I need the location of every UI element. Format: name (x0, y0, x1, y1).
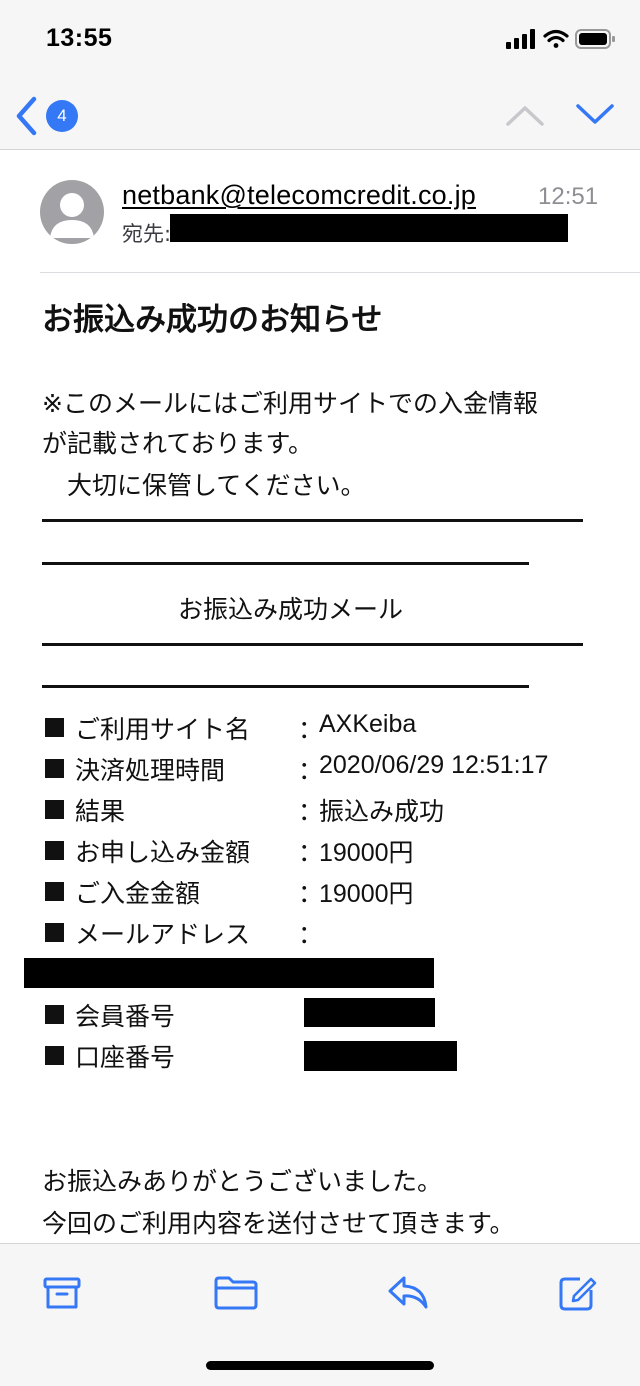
person-icon (50, 193, 94, 238)
cellular-signal-icon (506, 29, 535, 49)
battery-icon (575, 29, 615, 49)
detail-row-deposit-amount: ご入金金額 ： 19000円 (42, 874, 622, 914)
status-bar: 13:55 (0, 0, 640, 80)
closing-line: お振込みありがとうございました。 (42, 1167, 443, 1196)
detail-value: 2020/06/29 12:51:17 (319, 751, 549, 779)
recipient-label: 宛先: (122, 222, 172, 246)
detail-value: AXKeiba (319, 710, 417, 738)
chevron-down-icon (576, 104, 614, 124)
detail-value: 19000円 (319, 880, 414, 908)
compose-icon (559, 1277, 597, 1311)
detail-row-process-time: 決済処理時間 ： 2020/06/29 12:51:17 (42, 751, 622, 791)
bullet-square-icon (45, 841, 64, 860)
divider-line (42, 643, 583, 646)
status-icons (506, 28, 616, 50)
reply-button[interactable] (386, 1270, 430, 1314)
archive-button[interactable] (40, 1270, 84, 1314)
back-button[interactable]: 4 (12, 94, 92, 138)
recipient-redaction (170, 214, 568, 242)
bullet-square-icon (45, 759, 64, 778)
divider-line (42, 562, 529, 565)
home-indicator[interactable] (206, 1361, 434, 1370)
received-time: 12:51 (538, 183, 599, 210)
detail-label: 決済処理時間 (75, 756, 226, 785)
detail-label: お申し込み金額 (75, 838, 251, 867)
bullet-square-icon (45, 882, 64, 901)
next-message-button[interactable] (574, 98, 616, 132)
detail-row-applied-amount: お申し込み金額 ： 19000円 (42, 833, 622, 873)
detail-label: メールアドレス (75, 920, 251, 949)
compose-button[interactable] (556, 1270, 600, 1314)
closing-line: 今回のご利用内容を送付させて頂きます。 (42, 1209, 515, 1238)
sender-avatar[interactable] (40, 180, 104, 244)
bullet-square-icon (45, 923, 64, 942)
detail-row-result: 結果 ： 振込み成功 (42, 792, 622, 832)
bullet-square-icon (45, 800, 64, 819)
mail-subject: お振込み成功のお知らせ (42, 302, 383, 338)
status-time: 13:55 (46, 24, 113, 52)
wifi-icon (543, 29, 569, 48)
account-number-redaction (304, 1041, 457, 1071)
divider-line (42, 519, 583, 522)
detail-label: ご入金金額 (75, 879, 201, 908)
bullet-square-icon (45, 718, 64, 737)
reply-icon (388, 1276, 428, 1309)
intro-line: が記載されております。 (42, 429, 314, 458)
archive-icon (43, 1277, 81, 1309)
bullet-square-icon (45, 1046, 64, 1065)
unread-badge: 4 (46, 100, 78, 132)
intro-line: ※このメールにはご利用サイトでの入金情報 (42, 389, 538, 418)
email-redaction (24, 958, 434, 988)
member-number-redaction (304, 998, 435, 1027)
nav-bar: 4 (0, 80, 640, 150)
previous-message-button[interactable] (504, 98, 546, 132)
move-to-folder-button[interactable] (212, 1270, 258, 1314)
detail-row-site-name: ご利用サイト名 ： AXKeiba (42, 710, 622, 750)
detail-value: 19000円 (319, 839, 414, 867)
bullet-square-icon (45, 1005, 64, 1024)
detail-label: 結果 (75, 797, 126, 826)
detail-label: ご利用サイト名 (75, 715, 251, 744)
detail-value: 振込み成功 (319, 797, 445, 826)
folder-icon (214, 1276, 258, 1310)
detail-label: 会員番号 (75, 1002, 176, 1031)
detail-row-email: メールアドレス ： (42, 915, 622, 955)
intro-line: 大切に保管してください。 (42, 471, 366, 500)
chevron-up-icon (506, 106, 544, 126)
sender-address[interactable]: netbank@telecomcredit.co.jp (122, 180, 476, 211)
chevron-left-icon (16, 96, 37, 136)
banner-title: お振込み成功メール (178, 595, 404, 624)
header-divider (40, 272, 640, 273)
detail-label: 口座番号 (75, 1043, 176, 1072)
divider-line (42, 685, 529, 688)
